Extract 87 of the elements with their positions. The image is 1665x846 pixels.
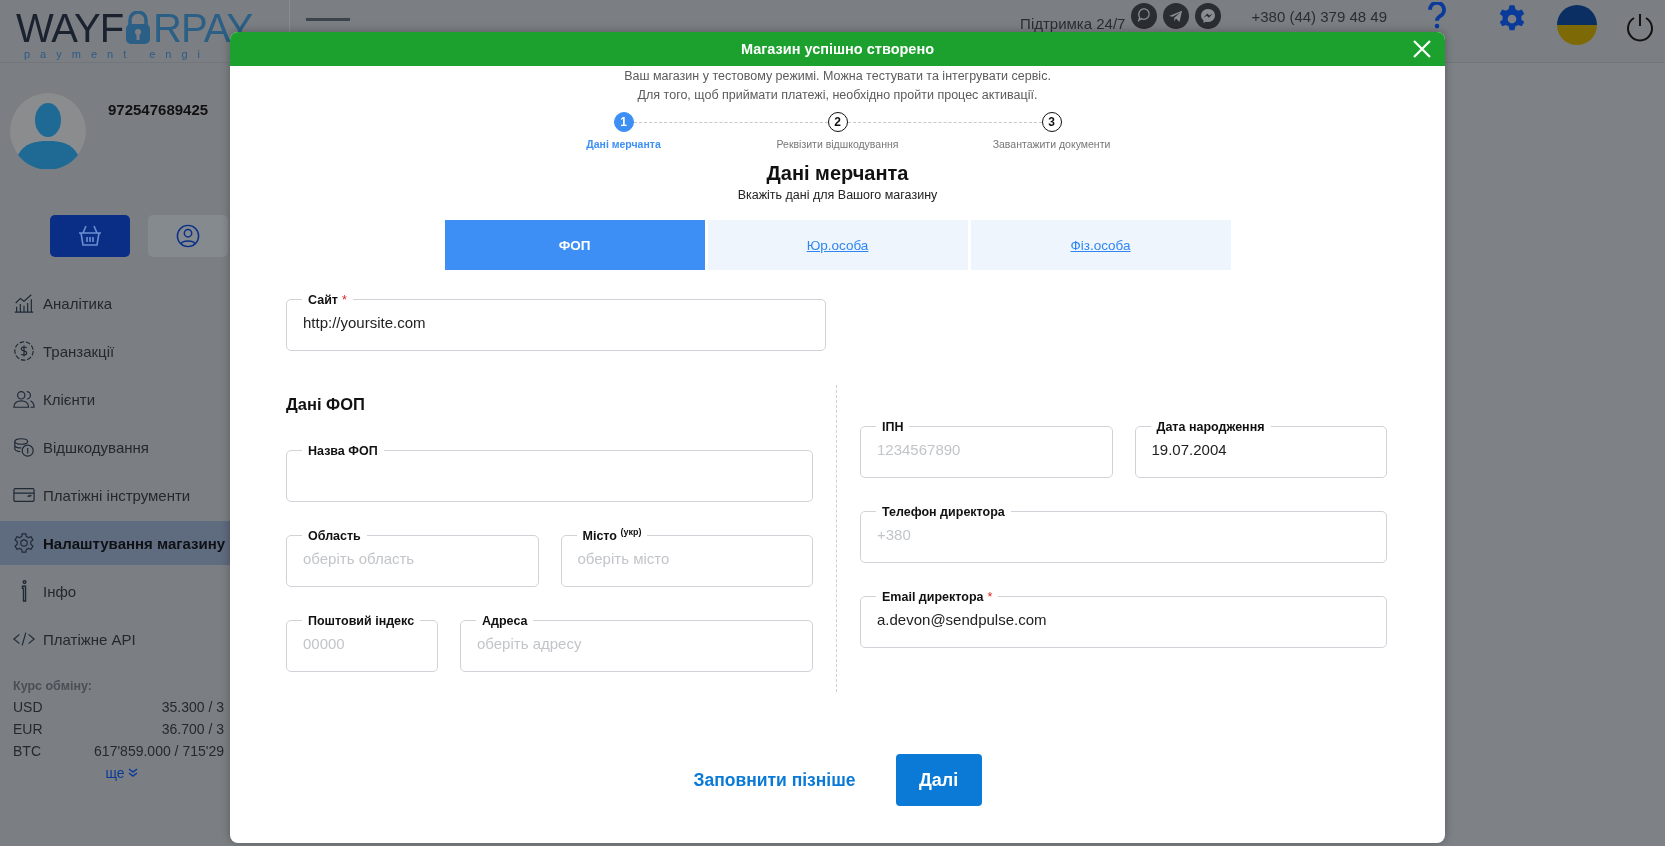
people-icon xyxy=(13,388,35,410)
tab[interactable]: Фіз.особа xyxy=(970,220,1231,270)
sidebar-item-label: Інфо xyxy=(43,582,77,600)
sidebar-item[interactable]: Платіжне API xyxy=(0,617,230,661)
text-field[interactable]: Місто $^{(укр)}$ оберіть місто xyxy=(560,526,813,587)
flag-icon[interactable] xyxy=(1557,5,1597,45)
sidebar-item[interactable]: Відшкодування xyxy=(0,425,230,469)
step-number: 2 xyxy=(827,112,848,132)
next-button[interactable]: Далі xyxy=(895,754,982,806)
sidebar-item-label: Аналітика xyxy=(43,294,113,312)
logo-tagline: payment engi xyxy=(24,48,212,60)
exchange-rate: 35.300 / 3 xyxy=(161,699,224,715)
field-label: Email директора xyxy=(882,590,984,604)
tab[interactable]: Юр.особа xyxy=(707,220,968,270)
close-icon[interactable] xyxy=(1413,40,1431,58)
user-icon xyxy=(175,224,201,248)
currency-code: USD xyxy=(13,699,43,715)
input-field[interactable]: оберіть адресу xyxy=(477,631,796,652)
chat-bubble-icon[interactable] xyxy=(1195,3,1222,29)
sidebar-item-label: Платіжне API xyxy=(43,630,136,648)
input-field[interactable]: a.devon@sendpulse.com xyxy=(877,607,1370,628)
phone-number: +380 (44) 379 48 49 xyxy=(1251,8,1387,25)
sidebar-item-label: Платіжні інструменти xyxy=(43,486,191,504)
step-number: 3 xyxy=(1041,112,1062,132)
logo-text: RPAY xyxy=(153,8,253,48)
required-mark: * xyxy=(341,293,347,307)
banner-text: Магазин успішно створено xyxy=(740,41,935,57)
info-icon xyxy=(21,580,27,602)
currency-code: BTC xyxy=(13,743,41,759)
field-label: Назва ФОП xyxy=(308,444,378,458)
field-label: Телефон директора xyxy=(882,505,1005,519)
help-icon[interactable] xyxy=(1427,2,1447,30)
paper-plane-icon[interactable] xyxy=(1163,3,1190,29)
account-number: 972547689425 xyxy=(108,101,209,118)
form-title: Дані мерчанта xyxy=(766,162,909,185)
more-link[interactable]: ще xyxy=(105,765,138,781)
step-label: Реквізити відшкодування xyxy=(776,138,899,150)
field-label: Область xyxy=(308,529,361,543)
dollar-icon xyxy=(13,340,35,362)
gear-icon xyxy=(13,532,35,554)
tab[interactable]: ФОП xyxy=(444,220,705,270)
sidebar-item[interactable]: Аналітика xyxy=(0,281,230,325)
fill-later-link[interactable]: Заповнити пізніше xyxy=(693,769,856,791)
sidebar-item-label: Відшкодування xyxy=(43,438,149,456)
sidebar-item-label: Транзакції xyxy=(43,342,115,360)
field-label: Сайт xyxy=(308,293,338,307)
phone-bubble-icon[interactable] xyxy=(1131,3,1158,29)
user-button[interactable] xyxy=(148,215,228,257)
notice-text: Ваш магазин у тестовому режимі. Можна тестувати та інтегрувати сервіс. xyxy=(624,68,1051,85)
exchange-rate: 617'859.000 / 715'29 xyxy=(94,743,224,759)
double-chevron-icon xyxy=(127,768,138,778)
sidebar-item[interactable]: Клієнти xyxy=(0,377,230,421)
input-field[interactable]: оберіть місто xyxy=(577,546,796,567)
field-label: Дата народження xyxy=(1156,420,1265,434)
input-field[interactable]: 19.07.2004 xyxy=(1151,437,1370,458)
support-label: Підтримка 24/7 xyxy=(1020,15,1126,32)
exchange-rate: 36.700 / 3 xyxy=(161,721,224,737)
field-label: Поштовий індекс xyxy=(308,614,415,628)
input-field[interactable]: http://yoursite.com xyxy=(303,310,809,331)
input-field[interactable]: 1234567890 xyxy=(877,437,1096,458)
chart-icon xyxy=(13,292,35,314)
sidebar-item[interactable]: Транзакції xyxy=(0,329,230,373)
basket-button[interactable] xyxy=(50,215,130,257)
logo-text: WAYF xyxy=(16,8,124,48)
sidebar-item-label: Налаштування магазину xyxy=(43,534,226,552)
power-icon[interactable] xyxy=(1625,12,1655,42)
field-label: Місто $^{(укр)}$ xyxy=(582,529,642,543)
sidebar-item-label: Клієнти xyxy=(43,390,95,408)
padlock-icon xyxy=(124,11,153,45)
coins-icon xyxy=(13,436,35,458)
step-label: Завантажити документи xyxy=(992,138,1111,150)
field-label: ІПН xyxy=(882,420,904,434)
step-label: Дані мерчанта xyxy=(586,138,661,150)
section-title: Дані ФОП xyxy=(286,394,366,415)
sidebar-item[interactable]: Налаштування магазину xyxy=(0,521,230,565)
step-number: 1 xyxy=(613,112,634,132)
field-label: Адреса xyxy=(482,614,528,628)
input-field[interactable]: оберіть область xyxy=(303,546,522,567)
required-mark: * xyxy=(987,590,993,604)
notice-text: Для того, щоб приймати платежі, необхідно пройти процес активації. xyxy=(637,87,1038,104)
input-field[interactable]: 00000 xyxy=(303,631,421,652)
input-field[interactable]: +380 xyxy=(877,522,1370,543)
form-subtitle: Вкажіть дані для Вашого магазину xyxy=(737,188,938,202)
basket-icon xyxy=(77,224,103,248)
sidebar-item[interactable]: Інфо xyxy=(0,569,230,613)
currency-code: EUR xyxy=(13,721,43,737)
sidebar-item[interactable]: Платіжні інструменти xyxy=(0,473,230,517)
